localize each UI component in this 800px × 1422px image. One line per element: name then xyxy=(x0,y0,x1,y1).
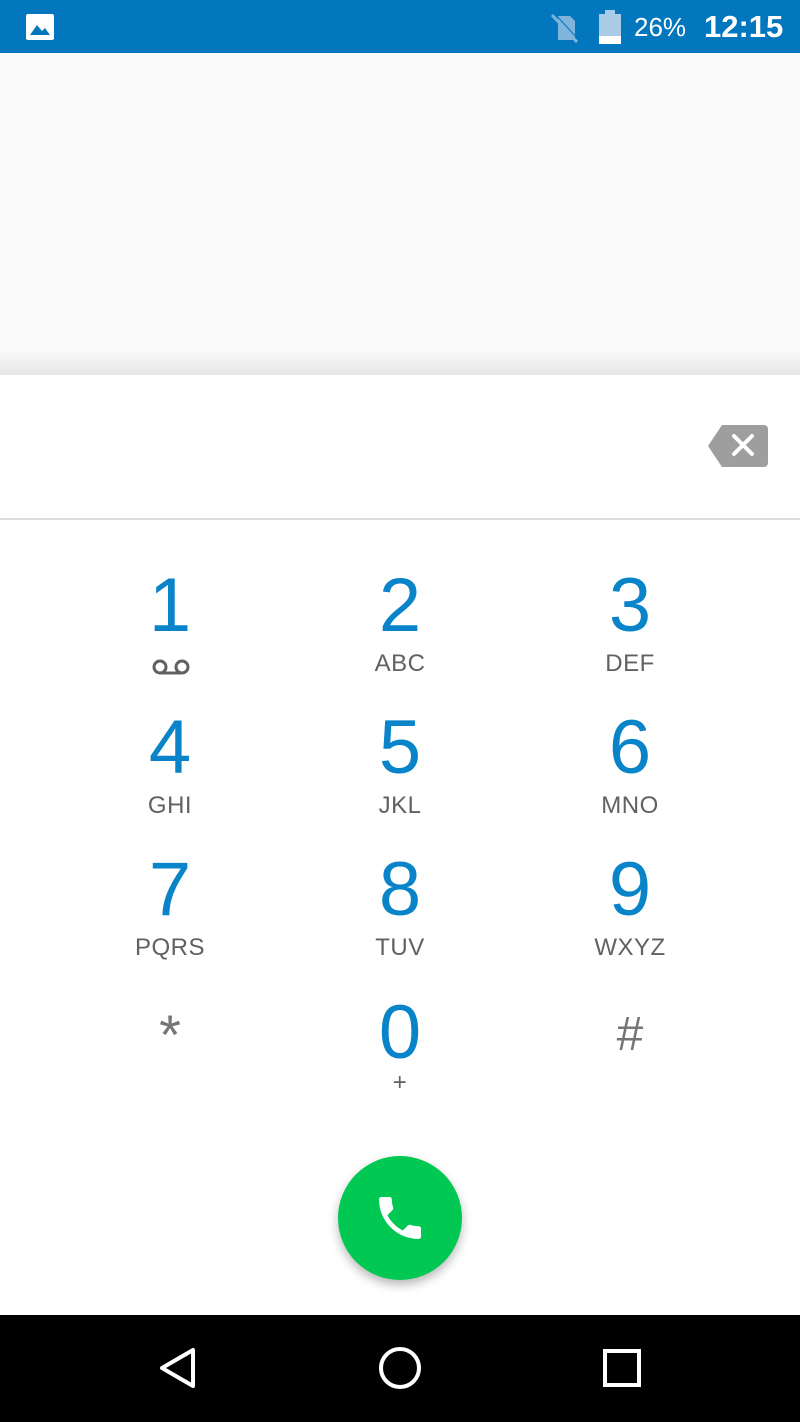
back-icon[interactable] xyxy=(153,1343,203,1393)
dialpad-key-9[interactable]: 9 WXYZ xyxy=(530,842,730,972)
dialpad-key-star[interactable]: * xyxy=(70,985,270,1115)
home-icon[interactable] xyxy=(375,1343,425,1393)
navigation-bar xyxy=(0,1315,800,1422)
key-letters: TUV xyxy=(375,934,425,961)
phone-icon xyxy=(379,1197,421,1239)
status-bar: 26% 12:15 xyxy=(0,0,800,53)
dialpad-key-8[interactable]: 8 TUV xyxy=(300,842,500,972)
key-letters: PQRS xyxy=(134,934,205,961)
voicemail-icon xyxy=(152,659,190,675)
digits-row xyxy=(0,375,800,520)
key-letters: MNO xyxy=(601,792,659,819)
backspace-icon[interactable] xyxy=(706,423,768,469)
dialer-screen: 26% 12:15 1 2 ABC 3 DEF 4 GHI 5 JKL 6 MN… xyxy=(0,0,800,1422)
dialpad-key-7[interactable]: 7 PQRS xyxy=(70,842,270,972)
battery-icon xyxy=(599,10,621,44)
dialpad-key-5[interactable]: 5 JKL xyxy=(300,700,500,830)
no-sim-icon xyxy=(550,12,580,44)
key-digit: 1 xyxy=(148,563,192,648)
key-digit: 3 xyxy=(608,563,652,648)
suggestion-list-area xyxy=(0,53,800,375)
call-button[interactable] xyxy=(338,1156,462,1280)
key-digit: 8 xyxy=(378,847,422,932)
key-digit: 7 xyxy=(148,847,192,932)
dialpad-key-3[interactable]: 3 DEF xyxy=(530,558,730,688)
digits-field[interactable] xyxy=(30,415,674,477)
key-letters: ABC xyxy=(374,650,426,677)
key-digit: 5 xyxy=(378,705,422,790)
dialpad-key-1[interactable]: 1 xyxy=(70,558,270,688)
key-letters: + xyxy=(392,1069,408,1096)
dialpad: 1 2 ABC 3 DEF 4 GHI 5 JKL 6 MNO 7 PQRS 8… xyxy=(0,375,800,1315)
dialpad-key-4[interactable]: 4 GHI xyxy=(70,700,270,830)
dialpad-key-2[interactable]: 2 ABC xyxy=(300,558,500,688)
key-letters: WXYZ xyxy=(594,934,666,961)
key-digit: # xyxy=(616,1008,644,1061)
key-digit: 4 xyxy=(148,705,192,790)
key-letters: GHI xyxy=(147,792,193,819)
image-notification-icon xyxy=(26,14,54,40)
key-letters: DEF xyxy=(605,650,655,677)
key-digit: 2 xyxy=(378,563,422,648)
recent-apps-icon[interactable] xyxy=(597,1343,647,1393)
battery-percentage: 26% xyxy=(634,12,687,42)
key-digit: 0 xyxy=(378,990,422,1075)
dialpad-key-6[interactable]: 6 MNO xyxy=(530,700,730,830)
key-digit: 6 xyxy=(608,705,652,790)
dialpad-key-0[interactable]: 0 + xyxy=(300,985,500,1115)
status-clock: 12:15 xyxy=(704,9,784,44)
dialpad-key-pound[interactable]: # xyxy=(530,985,730,1115)
key-digit: 9 xyxy=(608,847,652,932)
key-digit: * xyxy=(159,1003,181,1066)
key-letters: JKL xyxy=(378,792,422,819)
